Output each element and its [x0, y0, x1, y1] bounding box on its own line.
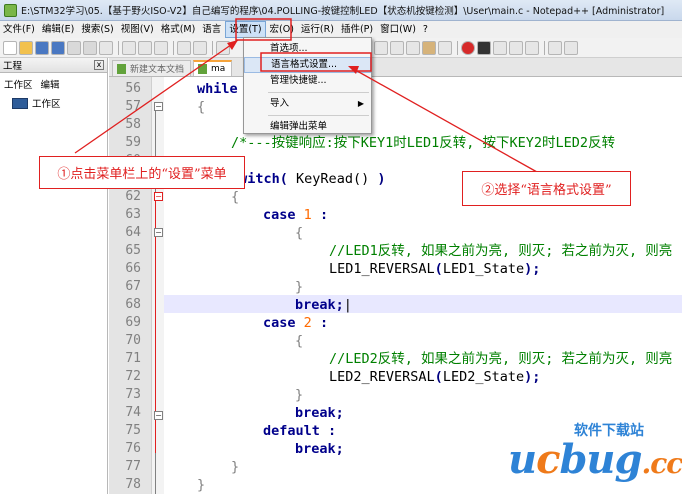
notepadpp-window: E:\STM32学习\05.【基于野火ISO-V2】自己编写的程序\04.POL…: [0, 0, 682, 494]
watermark-logo-letter: u: [586, 436, 615, 483]
arrow-head-icon: [227, 40, 238, 50]
watermark-logo-letter: g: [614, 436, 643, 483]
annotation-step2: ②选择“语言格式设置”: [462, 171, 631, 206]
watermark: 软件下载站 ucbug.cc: [508, 420, 682, 490]
watermark-logo-letter: b: [559, 436, 587, 483]
watermark-logo-letter: u: [508, 436, 537, 483]
watermark-logo: ucbug.cc: [508, 436, 682, 483]
arrow-head-icon: [348, 66, 359, 74]
settings-highlight-box: [235, 18, 292, 41]
arrow-line-step2: [349, 66, 538, 173]
arrow-line-step1: [74, 39, 239, 154]
watermark-logo-letter: c: [536, 436, 560, 483]
annotation-step1: ①点击菜单栏上的“设置”菜单: [39, 156, 245, 189]
watermark-logo-text: ucbug: [508, 436, 643, 483]
watermark-tld: .cc: [641, 447, 682, 480]
